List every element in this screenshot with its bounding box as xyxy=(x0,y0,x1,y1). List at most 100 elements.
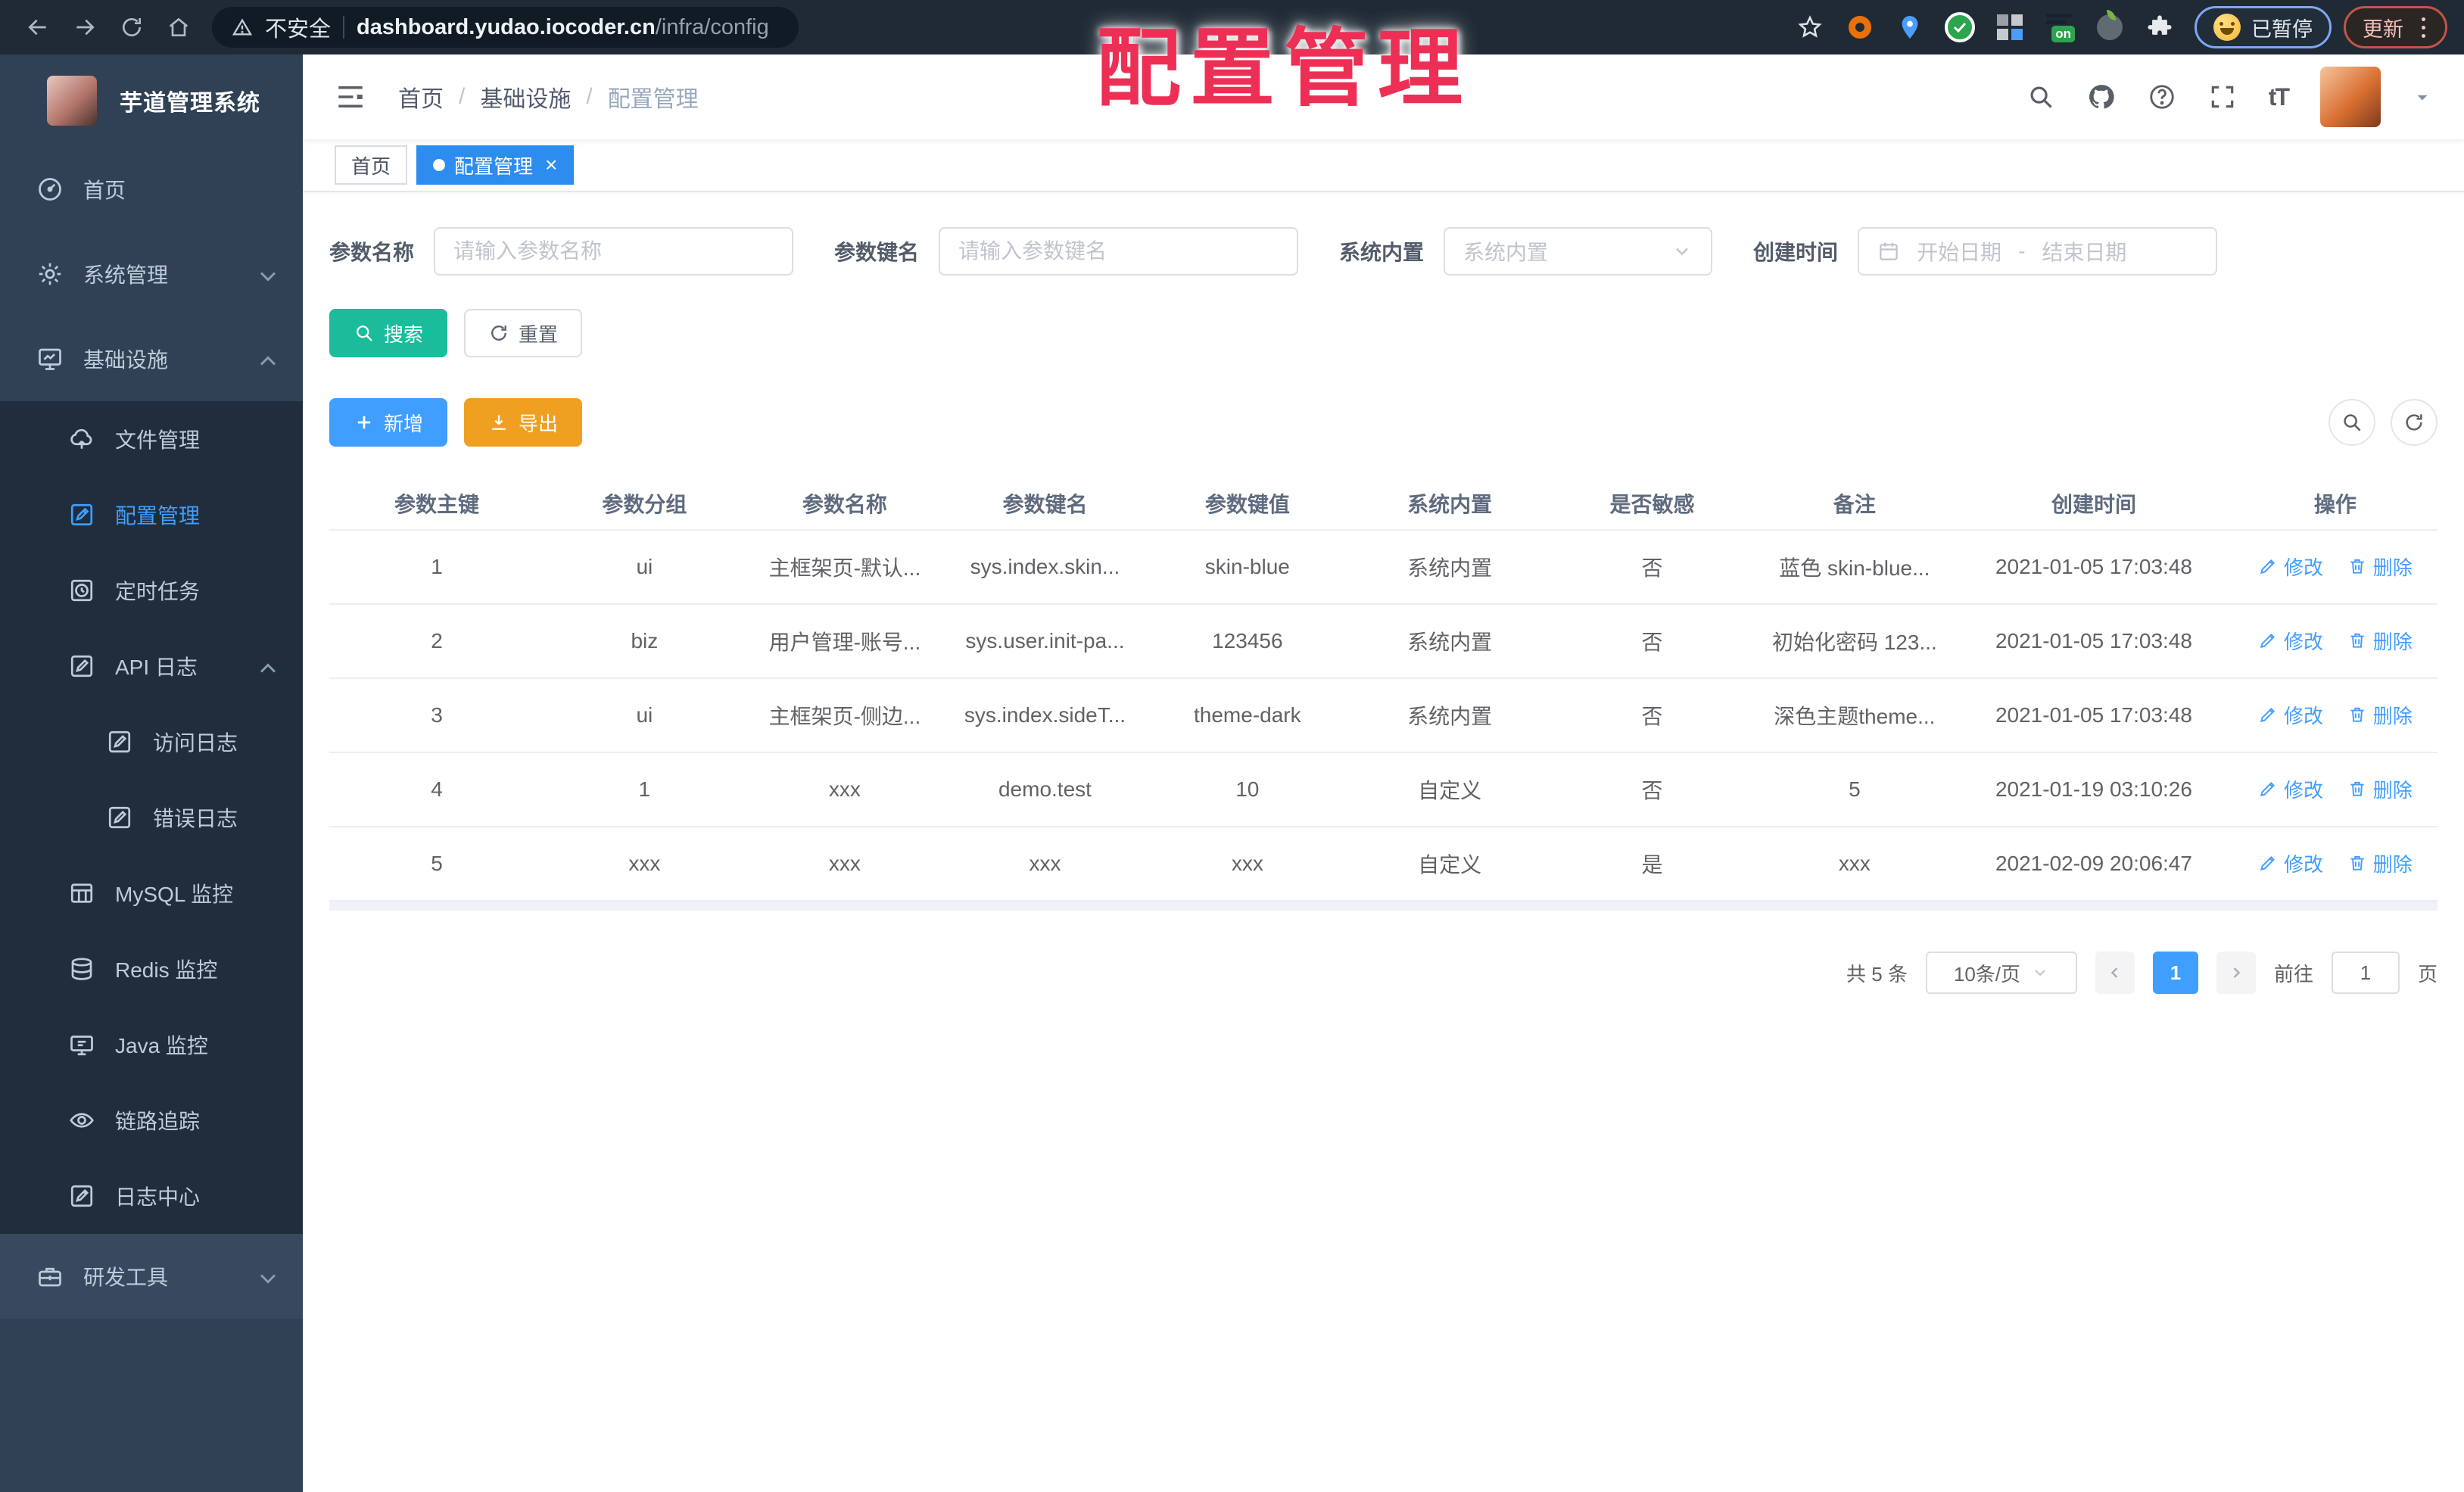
font-size-icon[interactable]: tT xyxy=(2269,83,2290,111)
builtin-select[interactable]: 系统内置 xyxy=(1444,227,1713,276)
prev-page-button[interactable] xyxy=(2095,952,2135,994)
chevron-down-icon xyxy=(254,1265,277,1288)
table-row: 2 biz 用户管理-账号... sys.user.init-pa... 123… xyxy=(329,604,2438,679)
home-icon[interactable] xyxy=(157,6,200,48)
sidebar-item-file-management[interactable]: 文件管理 xyxy=(0,401,303,477)
toggle-search-icon[interactable] xyxy=(2328,399,2375,446)
app-header: 首页 / 基础设施 / 配置管理 tT xyxy=(303,55,2464,139)
sidebar-item-config-management[interactable]: 配置管理 xyxy=(0,477,303,553)
sidebar-item-mysql-monitor[interactable]: MySQL 监控 xyxy=(0,855,303,931)
page-content: 参数名称 参数键名 系统内置 系统内置 创建时间 xyxy=(303,192,2464,1492)
ext-orange-circle-icon[interactable] xyxy=(1843,10,1877,45)
fullscreen-icon[interactable] xyxy=(2208,83,2237,111)
sidebar-item-error-logs[interactable]: 错误日志 xyxy=(0,780,303,855)
date-range-picker[interactable]: 开始日期 - 结束日期 xyxy=(1858,227,2218,276)
search-icon[interactable] xyxy=(2026,83,2055,111)
paused-label: 已暂停 xyxy=(2251,17,2313,41)
sidebar-item-access-logs[interactable]: 访问日志 xyxy=(0,704,303,780)
refresh-icon xyxy=(491,325,506,341)
browser-update-button[interactable]: 更新 xyxy=(2344,6,2447,48)
cell-param-key: sys.user.init-pa... xyxy=(945,604,1145,679)
current-page[interactable]: 1 xyxy=(2152,952,2198,994)
profile-paused-pill[interactable]: 已暂停 xyxy=(2195,6,2332,48)
edit-link[interactable]: 修改 xyxy=(2258,775,2323,803)
breadcrumb-infra[interactable]: 基础设施 xyxy=(480,80,571,114)
cell-param-value: 10 xyxy=(1145,752,1350,827)
cell-param-group: ui xyxy=(544,678,745,753)
filter-actions: 搜索 重置 xyxy=(329,309,2438,357)
sidebar-item-tracing[interactable]: 链路追踪 xyxy=(0,1082,303,1158)
close-icon[interactable]: × xyxy=(545,154,557,176)
edit-link[interactable]: 修改 xyxy=(2258,553,2323,581)
delete-link-label: 删除 xyxy=(2372,778,2413,802)
delete-link[interactable]: 删除 xyxy=(2347,849,2413,877)
sidebar-item-api-logs[interactable]: API 日志 xyxy=(0,628,303,704)
cell-remark: 5 xyxy=(1754,752,1955,827)
edit-link-label: 修改 xyxy=(2283,630,2323,653)
goto-page-input[interactable] xyxy=(2331,952,2400,994)
caret-down-icon[interactable] xyxy=(2413,87,2432,107)
edit-link[interactable]: 修改 xyxy=(2258,627,2323,655)
param-key-label: 参数键名 xyxy=(834,241,920,264)
col-created-time: 创建时间 xyxy=(1955,477,2233,531)
edit-link[interactable]: 修改 xyxy=(2258,701,2323,729)
col-param-value: 参数键值 xyxy=(1145,477,1350,531)
cell-param-value: theme-dark xyxy=(1145,678,1350,753)
plus-icon xyxy=(357,416,371,429)
refresh-icon[interactable] xyxy=(2391,399,2438,446)
bookmark-star-icon[interactable] xyxy=(1793,10,1827,45)
cell-created-time: 2021-01-19 03:10:26 xyxy=(1955,752,2233,827)
delete-link[interactable]: 删除 xyxy=(2347,701,2413,729)
reload-icon[interactable] xyxy=(111,6,153,48)
sidebar-item-java-monitor[interactable]: Java 监控 xyxy=(0,1007,303,1082)
delete-link-label: 删除 xyxy=(2372,630,2413,653)
reset-button[interactable]: 重置 xyxy=(464,309,583,357)
extensions-puzzle-icon[interactable] xyxy=(2142,10,2177,45)
edit-link[interactable]: 修改 xyxy=(2258,849,2323,877)
menu-dots-icon[interactable] xyxy=(2419,14,2428,41)
delete-link[interactable]: 删除 xyxy=(2347,775,2413,803)
help-icon[interactable] xyxy=(2148,83,2176,111)
param-name-input[interactable] xyxy=(434,227,794,276)
forward-icon[interactable] xyxy=(64,6,106,48)
search-button[interactable]: 搜索 xyxy=(329,309,448,357)
cell-actions: 修改 删除 xyxy=(2232,827,2438,902)
cell-param-value: skin-blue xyxy=(1145,530,1350,605)
page-size-select[interactable]: 10条/页 xyxy=(1925,952,2077,994)
address-bar[interactable]: 不安全 dashboard.yudao.iocoder.cn/infra/con… xyxy=(212,7,799,48)
ext-green-check-icon[interactable] xyxy=(1942,10,1977,45)
sidebar-item-infra[interactable]: 基础设施 xyxy=(0,316,303,401)
sidebar-item-home[interactable]: 首页 xyxy=(0,147,303,232)
form-group-builtin: 系统内置 系统内置 xyxy=(1339,227,1713,276)
sidebar-item-dev-tools[interactable]: 研发工具 xyxy=(0,1234,303,1319)
param-key-input[interactable] xyxy=(939,227,1299,276)
dashboard-icon xyxy=(36,176,64,203)
tab-config-management[interactable]: 配置管理 × xyxy=(416,145,575,185)
ext-grid-icon[interactable] xyxy=(1992,10,2027,45)
sidebar-item-system[interactable]: 系统管理 xyxy=(0,232,303,316)
security-label: 不安全 xyxy=(265,17,332,42)
delete-link[interactable]: 删除 xyxy=(2347,627,2413,655)
ext-blue-pin-icon[interactable] xyxy=(1892,10,1927,45)
sidebar-item-redis-monitor[interactable]: Redis 监控 xyxy=(0,931,303,1007)
cell-builtin: 系统内置 xyxy=(1349,604,1550,679)
ext-on-badge-icon[interactable]: on xyxy=(2042,10,2077,45)
delete-link[interactable]: 删除 xyxy=(2347,553,2413,581)
add-button[interactable]: 新增 xyxy=(329,398,448,447)
sidebar-item-log-center[interactable]: 日志中心 xyxy=(0,1158,303,1234)
export-button[interactable]: 导出 xyxy=(464,398,583,447)
form-group-name: 参数名称 xyxy=(329,227,794,276)
pagination: 共 5 条 10条/页 1 前往 页 xyxy=(329,952,2438,994)
github-icon[interactable] xyxy=(2087,83,2116,111)
sidebar-item-scheduled-tasks[interactable]: 定时任务 xyxy=(0,553,303,628)
breadcrumb: 首页 / 基础设施 / 配置管理 xyxy=(398,80,699,114)
param-name-label: 参数名称 xyxy=(329,241,415,264)
next-page-button[interactable] xyxy=(2216,952,2256,994)
ext-leaf-icon[interactable] xyxy=(2092,10,2127,45)
breadcrumb-home[interactable]: 首页 xyxy=(398,80,444,114)
tab-home[interactable]: 首页 xyxy=(335,145,408,185)
cell-param-value: xxx xyxy=(1145,827,1350,902)
sidebar-collapse-icon[interactable] xyxy=(335,81,366,113)
user-avatar[interactable] xyxy=(2320,67,2381,127)
back-icon[interactable] xyxy=(17,6,59,48)
